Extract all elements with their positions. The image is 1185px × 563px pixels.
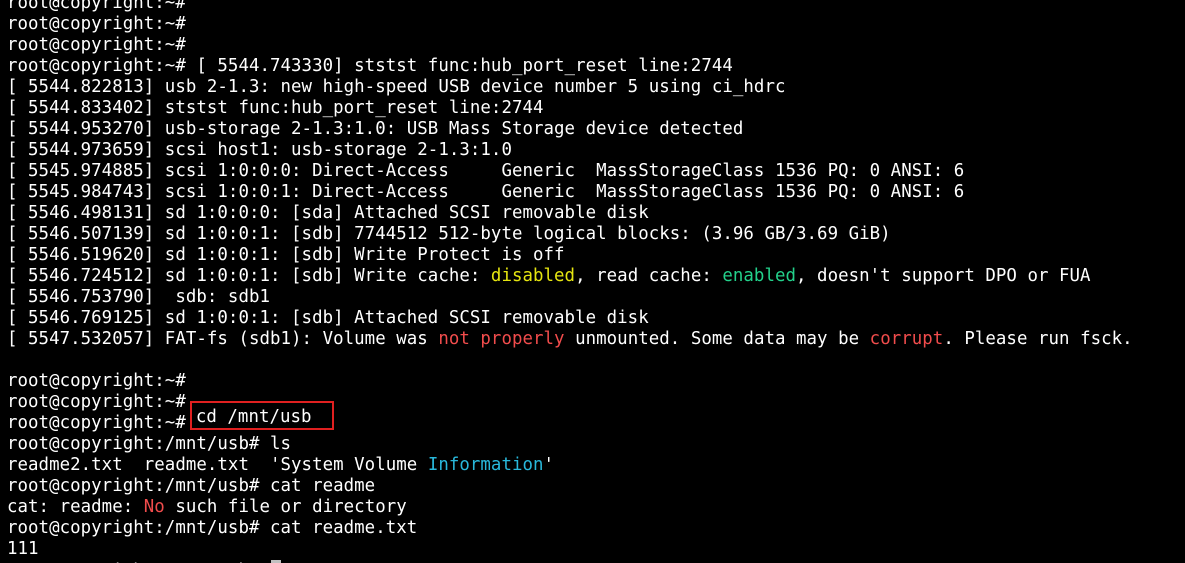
colored-text-green: enabled [722,266,797,286]
terminal-line: root@copyright:~# [ 5544.743330] ststst … [7,56,1185,77]
colored-text-red: not properly [438,329,565,349]
colored-text-cyan: Information [427,455,544,475]
line-text: [ 5544.833402] ststst func:hub_port_rese… [7,98,544,118]
terminal-line: [ 5546.724512] sd 1:0:0:1: [sdb] Write c… [7,266,1185,287]
line-text: such file or directory [164,497,407,517]
line-text: root@copyright:/mnt/usb# cat readme.txt [7,518,418,538]
line-text: root@copyright:~# [7,0,186,13]
terminal-line: root@copyright:~# [7,35,1185,56]
terminal-line: root@copyright:~# [7,0,1185,14]
line-text: root@copyright:~# [7,371,186,391]
terminal-line: [ 5546.519620] sd 1:0:0:1: [sdb] Write P… [7,245,1185,266]
line-text: [ 5544.973659] scsi host1: usb-storage 2… [7,140,512,160]
terminal-line: [ 5547.532057] FAT-fs (sdb1): Volume was… [7,329,1185,350]
line-text: [ 5544.822813] usb 2-1.3: new high-speed… [7,77,786,97]
terminal-line: root@copyright:~# [7,14,1185,35]
line-text: [ 5546.507139] sd 1:0:0:1: [sdb] 7744512… [7,224,891,244]
line-text: root@copyright:~# [7,35,186,55]
terminal-line: [ 5544.953270] usb-storage 2-1.3:1.0: US… [7,119,1185,140]
terminal-line: [ 5546.753790] sdb: sdb1 [7,287,1185,308]
terminal-line: [ 5544.973659] scsi host1: usb-storage 2… [7,140,1185,161]
line-text: [ 5546.753790] sdb: sdb1 [7,287,271,307]
terminal-line: [ 5545.984743] scsi 1:0:0:1: Direct-Acce… [7,182,1185,203]
line-text: [ 5544.953270] usb-storage 2-1.3:1.0: US… [7,119,744,139]
line-text: [ 5547.532057] FAT-fs (sdb1): Volume was [7,329,439,349]
terminal-line: root@copyright:/mnt/usb# ls [7,434,1185,455]
terminal-line: [ 5546.498131] sd 1:0:0:0: [sda] Attache… [7,203,1185,224]
terminal-line: root@copyright:~# [7,392,1185,413]
line-text: cat: readme: [7,497,144,517]
terminal-line: 111 [7,539,1185,560]
terminal-window[interactable]: root@copyright:~# root@copyright:~# root@c… [0,0,1185,563]
line-text: root@copyright:~# [7,14,186,34]
terminal-line: readme2.txt readme.txt 'System Volume In… [7,455,1185,476]
terminal-line: [ 5544.822813] usb 2-1.3: new high-speed… [7,77,1185,98]
line-text: 111 [7,539,39,559]
highlighted-command: cd /mnt/usb [189,401,334,430]
terminal-line: root@copyright:~# cd /mnt/usb [7,401,1185,434]
colored-text-yellow: disabled [490,266,576,286]
line-text: [ 5546.769125] sd 1:0:0:1: [sdb] Attache… [7,308,649,328]
line-text: [ 5545.974885] scsi 1:0:0:0: Direct-Acce… [7,161,965,181]
line-text: [ 5546.519620] sd 1:0:0:1: [sdb] Write P… [7,245,565,265]
terminal-line: root@copyright:~# [7,371,1185,392]
line-text: ' [543,455,555,475]
line-text: root@copyright:/mnt/usb# ls [7,434,292,454]
terminal-line: root@copyright:/mnt/usb# cat readme.txt [7,518,1185,539]
terminal-line: [ 5546.769125] sd 1:0:0:1: [sdb] Attache… [7,308,1185,329]
line-text: , doesn't support DPO or FUA [796,266,1091,286]
line-text: readme2.txt readme.txt 'System Volume [7,455,428,475]
terminal-line: [ 5546.507139] sd 1:0:0:1: [sdb] 7744512… [7,224,1185,245]
colored-text-red: corrupt [869,329,944,349]
line-text: [ 5546.498131] sd 1:0:0:0: [sda] Attache… [7,203,649,223]
line-text: unmounted. Some data may be [564,329,870,349]
line-text: , read cache: [575,266,723,286]
terminal-line: [ 5545.974885] scsi 1:0:0:0: Direct-Acce… [7,161,1185,182]
line-text: root@copyright:/mnt/usb# cat readme [7,476,376,496]
terminal-line: root@copyright:/mnt/usb# cat readme [7,476,1185,497]
line-text: [ 5545.984743] scsi 1:0:0:1: Direct-Acce… [7,182,965,202]
line-text: . Please run fsck. [943,329,1133,349]
line-text: root@copyright:~# [7,392,186,412]
terminal-line: [ 5544.833402] ststst func:hub_port_rese… [7,98,1185,119]
line-text: [ 5546.724512] sd 1:0:0:1: [sdb] Write c… [7,266,491,286]
line-text: root@copyright:~# [7,413,186,433]
line-text: root@copyright:~# [ 5544.743330] ststst … [7,56,733,76]
terminal-line: cat: readme: No such file or directory [7,497,1185,518]
colored-text-red: No [143,497,165,517]
